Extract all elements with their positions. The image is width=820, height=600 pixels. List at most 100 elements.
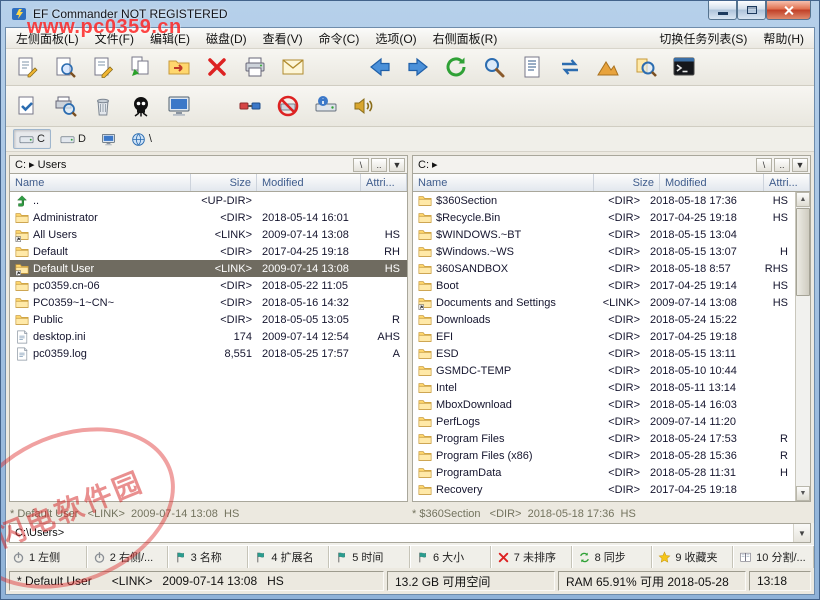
right-up-button[interactable]: ..	[774, 158, 790, 172]
find-files-button[interactable]	[629, 52, 662, 82]
file-row[interactable]: Default<DIR>2017-04-25 19:18RH	[10, 243, 407, 260]
new-edit-button[interactable]	[10, 52, 43, 82]
fkey-5-button[interactable]: 5 时间	[329, 546, 410, 568]
fkey-6-button[interactable]: 6 大小	[410, 546, 491, 568]
column-header-attributes[interactable]: Attri...	[764, 174, 810, 191]
minimize-button[interactable]	[708, 1, 737, 20]
file-row[interactable]: Program Files (x86)<DIR>2018-05-28 15:36…	[413, 447, 795, 464]
file-row[interactable]: ..<UP-DIR>	[10, 192, 407, 209]
menu-item[interactable]: 帮助(H)	[755, 28, 812, 48]
view-file-button[interactable]	[48, 52, 81, 82]
fkey-8-button[interactable]: 8 同步	[572, 546, 653, 568]
connect-drive-button[interactable]	[233, 91, 266, 121]
file-row[interactable]: MboxDownload<DIR>2018-05-14 16:03	[413, 396, 795, 413]
fkey-7-button[interactable]: 7 未排序	[491, 546, 572, 568]
menu-item[interactable]: 切换任务列表(S)	[651, 28, 755, 48]
file-row[interactable]: Recovery<DIR>2017-04-25 19:18	[413, 481, 795, 498]
menu-item[interactable]: 查看(V)	[255, 28, 311, 48]
right-scrollbar[interactable]: ▲ ▼	[795, 192, 810, 501]
file-row[interactable]: desktop.ini1742009-07-14 12:54AHS	[10, 328, 407, 345]
right-path[interactable]: C: ▸	[418, 158, 754, 171]
terminal-button[interactable]	[667, 52, 700, 82]
file-row[interactable]: ProgramData<DIR>2018-05-28 11:31H	[413, 464, 795, 481]
parent-directory-button[interactable]	[591, 52, 624, 82]
file-row[interactable]: All Users<LINK>2009-07-14 13:08HS	[10, 226, 407, 243]
wipe-button[interactable]	[124, 91, 157, 121]
computer-button[interactable]	[95, 129, 122, 149]
refresh-button[interactable]	[439, 52, 472, 82]
copy-button[interactable]	[124, 52, 157, 82]
drive-info-button[interactable]	[309, 91, 342, 121]
recycle-bin-button[interactable]	[86, 91, 119, 121]
file-row[interactable]: $WINDOWS.~BT<DIR>2018-05-15 13:04	[413, 226, 795, 243]
title-bar[interactable]: EF Commander NOT REGISTERED	[5, 1, 815, 27]
fkey-4-button[interactable]: 4 扩展名	[248, 546, 329, 568]
column-header-modified[interactable]: Modified	[660, 174, 764, 191]
file-row[interactable]: $360Section<DIR>2018-05-18 17:36HS	[413, 192, 795, 209]
file-row[interactable]: 360SANDBOX<DIR>2018-05-18 8:57RHS	[413, 260, 795, 277]
menu-item[interactable]: 编辑(E)	[142, 28, 198, 48]
email-button[interactable]	[276, 52, 309, 82]
close-button[interactable]	[766, 1, 811, 20]
menu-item[interactable]: 右侧面板(R)	[425, 28, 506, 48]
file-row[interactable]: Administrator<DIR>2018-05-14 16:01	[10, 209, 407, 226]
menu-item[interactable]: 左侧面板(L)	[8, 28, 87, 48]
menu-item[interactable]: 文件(F)	[87, 28, 142, 48]
search-button[interactable]	[477, 52, 510, 82]
column-header-size[interactable]: Size	[594, 174, 660, 191]
left-up-button[interactable]: ..	[371, 158, 387, 172]
forward-button[interactable]	[401, 52, 434, 82]
move-button[interactable]	[162, 52, 195, 82]
column-header-attributes[interactable]: Attri...	[361, 174, 407, 191]
delete-button[interactable]	[200, 52, 233, 82]
column-header-size[interactable]: Size	[191, 174, 257, 191]
file-row[interactable]: GSMDC-TEMP<DIR>2018-05-10 10:44	[413, 362, 795, 379]
file-row[interactable]: $Windows.~WS<DIR>2018-05-15 13:07H	[413, 243, 795, 260]
file-row[interactable]: Boot<DIR>2017-04-25 19:14HS	[413, 277, 795, 294]
maximize-button[interactable]	[737, 1, 766, 20]
command-history-dropdown[interactable]: ▼	[793, 524, 810, 542]
file-row[interactable]: PerfLogs<DIR>2009-07-14 11:20	[413, 413, 795, 430]
left-root-button[interactable]: \	[353, 158, 369, 172]
fkey-10-button[interactable]: 10 分割/...	[733, 546, 814, 568]
file-row[interactable]: pc0359.log8,5512018-05-25 17:57A	[10, 345, 407, 362]
scroll-track[interactable]	[796, 207, 810, 486]
drive-c-button[interactable]: C	[13, 129, 51, 149]
left-history-button[interactable]: ▼	[389, 158, 405, 172]
file-row[interactable]: PC0359~1~CN~<DIR>2018-05-16 14:32	[10, 294, 407, 311]
menu-item[interactable]: 选项(O)	[367, 28, 424, 48]
command-line[interactable]: C:\Users> ▼	[9, 523, 811, 543]
scroll-down-button[interactable]: ▼	[796, 486, 810, 501]
file-row[interactable]: Intel<DIR>2018-05-11 13:14	[413, 379, 795, 396]
quick-view-button[interactable]	[515, 52, 548, 82]
file-row[interactable]: Downloads<DIR>2018-05-24 15:22	[413, 311, 795, 328]
network-button[interactable]: \	[125, 129, 158, 149]
menu-item[interactable]: 命令(C)	[311, 28, 368, 48]
column-header-name[interactable]: Name	[413, 174, 594, 191]
file-row[interactable]: pc0359.cn-06<DIR>2018-05-22 11:05	[10, 277, 407, 294]
disconnect-drive-button[interactable]	[271, 91, 304, 121]
file-row[interactable]: $Recycle.Bin<DIR>2017-04-25 19:18HS	[413, 209, 795, 226]
right-root-button[interactable]: \	[756, 158, 772, 172]
menu-item[interactable]: 磁盘(D)	[198, 28, 255, 48]
fkey-3-button[interactable]: 3 名称	[168, 546, 249, 568]
file-row[interactable]: Documents and Settings<LINK>2009-07-14 1…	[413, 294, 795, 311]
file-row[interactable]: ESD<DIR>2018-05-15 13:11	[413, 345, 795, 362]
swap-panels-button[interactable]	[553, 52, 586, 82]
fkey-2-button[interactable]: 2 右侧/...	[87, 546, 168, 568]
file-row[interactable]: EFI<DIR>2017-04-25 19:18	[413, 328, 795, 345]
fullscreen-button[interactable]	[162, 91, 195, 121]
fkey-9-button[interactable]: 9 收藏夹	[652, 546, 733, 568]
scroll-thumb[interactable]	[796, 208, 810, 296]
command-prompt[interactable]: C:\Users>	[15, 527, 64, 539]
column-header-name[interactable]: Name	[10, 174, 191, 191]
file-row[interactable]: Default User<LINK>2009-07-14 13:08HS	[10, 260, 407, 277]
select-files-button[interactable]	[10, 91, 43, 121]
back-button[interactable]	[363, 52, 396, 82]
fkey-1-button[interactable]: 1 左侧	[6, 546, 87, 568]
sound-button[interactable]	[347, 91, 380, 121]
print-preview-button[interactable]	[48, 91, 81, 121]
column-header-modified[interactable]: Modified	[257, 174, 361, 191]
file-row[interactable]: Public<DIR>2018-05-05 13:05R	[10, 311, 407, 328]
right-history-button[interactable]: ▼	[792, 158, 808, 172]
